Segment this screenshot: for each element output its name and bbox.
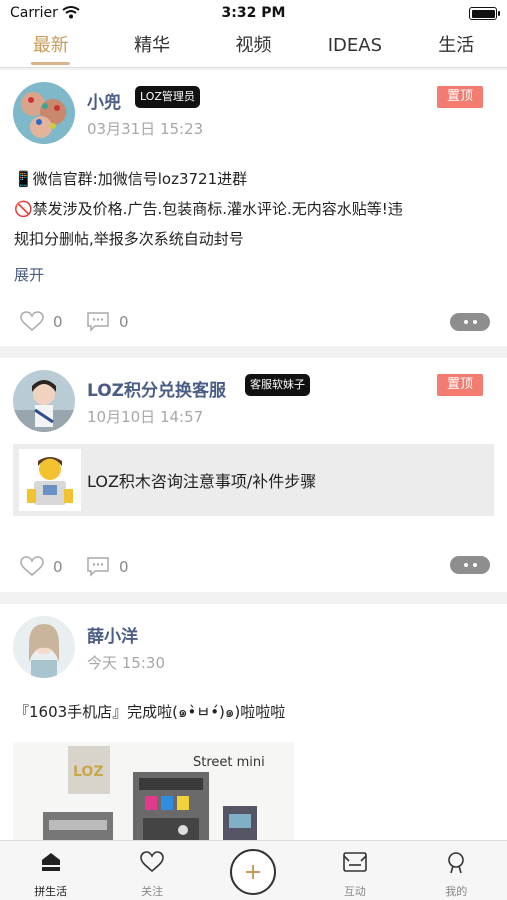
nav-label: 关注 bbox=[141, 885, 164, 898]
more-options-button[interactable] bbox=[450, 313, 490, 331]
comment-icon bbox=[87, 312, 109, 332]
post-line: 🚫禁发涉及价格.广告.包装商标.灌水评论.无内容水贴等!违 bbox=[14, 200, 403, 218]
pinned-badge: 置顶 bbox=[436, 374, 483, 396]
post-card[interactable]: LOZ积分兑换客服 客服软妹子 置顶 10月10日 14:57 LOZ积木咨询注… bbox=[0, 358, 507, 592]
avatar[interactable] bbox=[13, 370, 75, 432]
profile-icon bbox=[448, 852, 465, 874]
like-count: 0 bbox=[53, 557, 63, 576]
clock: 3:32 PM bbox=[221, 5, 286, 21]
nav-label: 拼生活 bbox=[34, 885, 68, 898]
user-name[interactable]: LOZ积分兑换客服 bbox=[87, 376, 226, 401]
post-date: 今天 15:30 bbox=[87, 654, 165, 672]
post-line: 📱微信官群:加微信号loz3721进群 bbox=[14, 170, 248, 188]
tab-ideas[interactable]: IDEAS bbox=[304, 28, 405, 67]
tab-video[interactable]: 视频 bbox=[203, 28, 304, 67]
link-card[interactable]: LOZ积木咨询注意事项/补件步骤 bbox=[13, 444, 494, 516]
post-card[interactable]: 薛小洋 今天 15:30 『1603手机店』完成啦(๑•̀ㅂ•́)๑)啦啦啦 L… bbox=[0, 604, 507, 840]
link-thumbnail bbox=[19, 449, 81, 511]
lego-figure-icon bbox=[19, 449, 81, 511]
status-bar: Carrier 3:32 PM bbox=[0, 0, 507, 28]
heart-icon bbox=[140, 851, 164, 873]
battery-level bbox=[471, 9, 495, 18]
comment-count: 0 bbox=[119, 312, 129, 331]
nav-label: 我的 bbox=[445, 885, 468, 898]
comment-count: 0 bbox=[119, 557, 129, 576]
avatar-image bbox=[13, 370, 75, 432]
comment-icon bbox=[87, 557, 109, 577]
nav-label: 互动 bbox=[343, 885, 366, 898]
feed[interactable]: 小兜 LOZ管理员 置顶 03月31日 15:23 📱微信官群:加微信号loz3… bbox=[0, 68, 507, 840]
comment-button[interactable]: 0 bbox=[86, 556, 129, 577]
avatar-image bbox=[13, 82, 75, 144]
like-button[interactable]: 0 bbox=[20, 311, 63, 332]
user-name[interactable]: 小兜 bbox=[87, 88, 121, 113]
post-card[interactable]: 小兜 LOZ管理员 置顶 03月31日 15:23 📱微信官群:加微信号loz3… bbox=[0, 70, 507, 346]
nav-home[interactable]: 拼生活 bbox=[0, 841, 101, 900]
expand-link[interactable]: 展开 bbox=[14, 264, 44, 285]
link-title: LOZ积木咨询注意事项/补件步骤 bbox=[87, 472, 317, 491]
tab-featured[interactable]: 精华 bbox=[101, 28, 202, 67]
like-count: 0 bbox=[53, 312, 63, 331]
lego-street-shop-image: LOZ Street mini bbox=[13, 742, 294, 840]
photo-sign: Street mini bbox=[193, 755, 265, 770]
post-photo[interactable]: LOZ Street mini bbox=[13, 742, 294, 840]
post-line: 规扣分删帖,举报多次系统自动封号 bbox=[14, 230, 244, 248]
tab-latest[interactable]: 最新 bbox=[0, 28, 101, 67]
like-button[interactable]: 0 bbox=[20, 556, 63, 577]
photo-box-logo: LOZ bbox=[73, 764, 103, 780]
avatar[interactable] bbox=[13, 616, 75, 678]
home-icon bbox=[41, 853, 60, 871]
user-name[interactable]: 薛小洋 bbox=[87, 622, 138, 647]
bottom-navigation: 拼生活 关注 互动 我的 bbox=[0, 840, 507, 900]
post-date: 03月31日 15:23 bbox=[87, 120, 204, 138]
avatar-image bbox=[13, 616, 75, 678]
heart-icon bbox=[20, 311, 44, 331]
tab-life[interactable]: 生活 bbox=[406, 28, 507, 67]
post-body[interactable]: 『1603手机店』完成啦(๑•̀ㅂ•́)๑)啦啦啦 bbox=[14, 697, 493, 727]
role-badge: 客服软妹子 bbox=[245, 374, 310, 396]
nav-publish[interactable] bbox=[203, 841, 304, 900]
pinned-badge: 置顶 bbox=[436, 86, 483, 108]
plus-icon bbox=[230, 849, 277, 895]
category-tabs: 最新 精华 视频 IDEAS 生活 bbox=[0, 28, 507, 68]
nav-follow[interactable]: 关注 bbox=[101, 841, 202, 900]
heart-icon bbox=[20, 556, 44, 576]
avatar[interactable] bbox=[13, 82, 75, 144]
comment-button[interactable]: 0 bbox=[86, 311, 129, 332]
more-options-button[interactable] bbox=[450, 556, 490, 574]
battery-icon bbox=[469, 7, 500, 20]
nav-interaction[interactable]: 互动 bbox=[304, 841, 405, 900]
role-badge: LOZ管理员 bbox=[135, 86, 200, 108]
post-date: 10月10日 14:57 bbox=[87, 408, 204, 426]
post-body[interactable]: 📱微信官群:加微信号loz3721进群 🚫禁发涉及价格.广告.包装商标.灌水评论… bbox=[14, 164, 493, 254]
interaction-icon bbox=[343, 852, 367, 872]
nav-profile[interactable]: 我的 bbox=[406, 841, 507, 900]
